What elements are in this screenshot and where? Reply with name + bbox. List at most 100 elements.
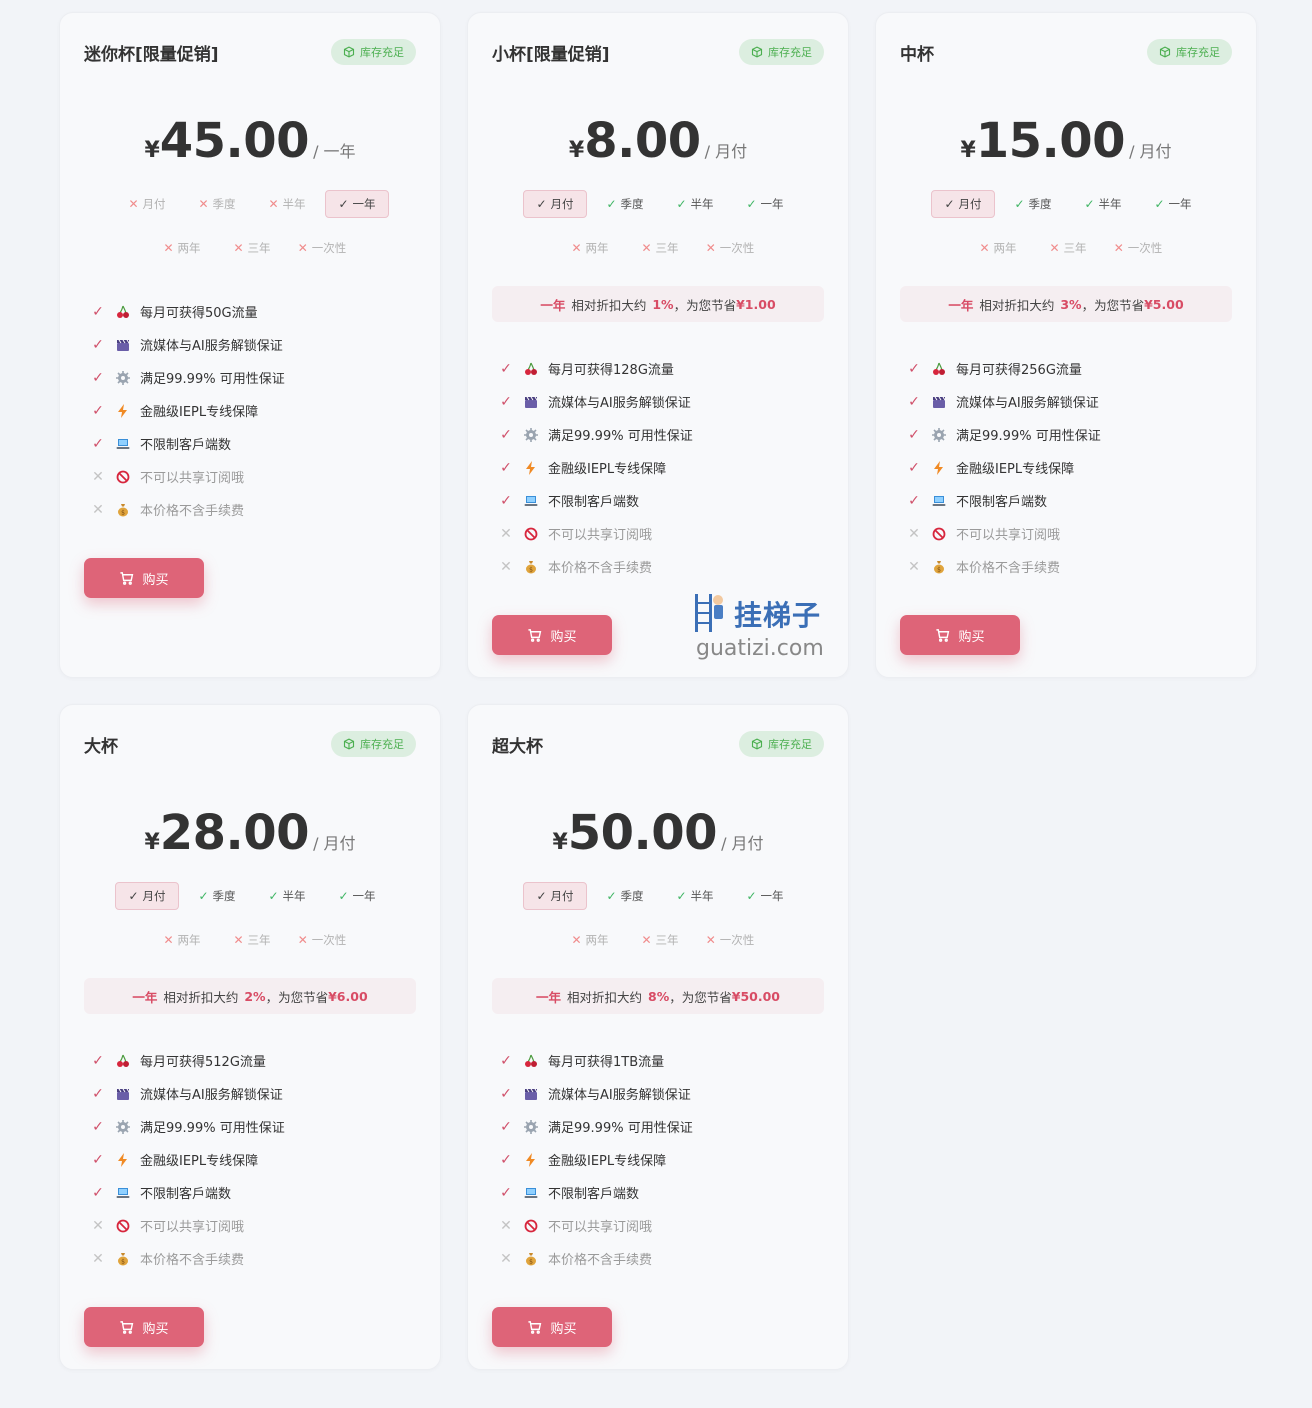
feature-list: ✓ 每月可获得50G流量 ✓ 流媒体与AI服务解锁保证 ✓ 满足99.99% 可用性保证 ✓…	[90, 295, 420, 526]
period-option[interactable]: ✓ 半年	[663, 190, 727, 218]
buy-button[interactable]: 购买	[492, 615, 612, 655]
watermark-cn-text: 挂梯子	[734, 599, 822, 632]
feature-item: ✓ 每月可获得512G流量	[90, 1044, 420, 1077]
feature-label: 流媒体与AI服务解锁保证	[140, 339, 283, 354]
feature-item: ✓ 流媒体与AI服务解锁保证	[498, 385, 828, 418]
period-label: 半年	[690, 197, 714, 211]
box-icon	[1159, 46, 1171, 58]
discount-text: 相对折扣大约	[567, 989, 643, 1005]
period-option[interactable]: ✓ 季度	[1001, 190, 1065, 218]
period-option[interactable]: ✓ 一年	[733, 190, 797, 218]
cart-icon	[119, 571, 134, 586]
feature-label: 每月可获得256G流量	[956, 363, 1082, 378]
period-option[interactable]: ✓ 月付	[523, 882, 587, 910]
lightning-icon	[116, 1152, 130, 1167]
period-option: ✕ 一次性	[290, 926, 354, 954]
period-option[interactable]: ✓ 半年	[255, 882, 319, 910]
feature-label: 不限制客戶端数	[548, 1187, 640, 1202]
price: ¥50.00/ 月付	[468, 805, 848, 861]
period-label: 一次性	[311, 933, 347, 947]
period-label: 季度	[620, 889, 644, 903]
stock-badge: 库存充足	[739, 39, 824, 65]
discount-save-text: ，为您节省	[1081, 297, 1145, 313]
period-option: ✕ 三年	[220, 234, 284, 262]
check-icon: ✓	[500, 1085, 512, 1102]
period-option[interactable]: ✓ 一年	[325, 882, 389, 910]
check-icon: ✓	[500, 1184, 512, 1201]
period-option[interactable]: ✓ 一年	[1141, 190, 1205, 218]
billing-period-selector: ✓ 月付 ✓ 季度 ✓ 半年 ✓ 一年 ✕ 两年 ✕ 三年 ✕ 一次性	[520, 190, 800, 262]
feature-label: 不可以共享订阅哦	[548, 528, 653, 543]
billing-period-selector: ✓ 月付 ✓ 季度 ✓ 半年 ✓ 一年 ✕ 两年 ✕ 三年 ✕ 一次性	[520, 882, 800, 954]
buy-label: 购买	[958, 629, 985, 645]
feature-label: 每月可获得1TB流量	[548, 1055, 665, 1070]
check-icon: ✓	[500, 1151, 512, 1168]
period-label: 一年	[1168, 197, 1192, 211]
cross-icon: ✕	[908, 558, 920, 575]
cross-icon: ✕	[500, 1217, 512, 1234]
period-option[interactable]: ✓ 一年	[733, 882, 797, 910]
cherry-icon	[524, 362, 538, 376]
feature-item: ✓ 流媒体与AI服务解锁保证	[498, 1077, 828, 1110]
feature-label: 本价格不含手续费	[140, 504, 245, 519]
cross-icon: ✕	[92, 501, 104, 518]
period-option[interactable]: ✓ 半年	[1071, 190, 1135, 218]
prohibited-icon	[116, 1219, 130, 1233]
buy-button[interactable]: 购买	[492, 1307, 612, 1347]
stock-badge: 库存充足	[331, 731, 416, 757]
stock-badge: 库存充足	[739, 731, 824, 757]
cart-icon	[935, 628, 950, 643]
stock-label: 库存充足	[1176, 46, 1220, 59]
box-icon	[343, 46, 355, 58]
price-period: / 一年	[313, 142, 356, 161]
period-option: ✕ 月付	[115, 190, 179, 218]
discount-percent: 3%	[1060, 296, 1082, 312]
price-period: / 月付	[313, 834, 356, 853]
svg-text:$: $	[529, 1258, 533, 1265]
feature-label: 不限制客戶端数	[140, 1187, 232, 1202]
cross-icon: ✕	[233, 933, 244, 947]
price-amount: 15.00	[975, 113, 1126, 169]
cross-icon: ✕	[908, 525, 920, 542]
svg-text:$: $	[529, 566, 533, 573]
price-currency: ¥	[144, 138, 160, 163]
period-option[interactable]: ✓ 一年	[325, 190, 389, 218]
discount-text: 相对折扣大约	[163, 989, 239, 1005]
cross-icon: ✕	[500, 525, 512, 542]
period-option: ✕ 两年	[558, 926, 622, 954]
check-icon: ✓	[500, 360, 512, 377]
lightning-icon	[116, 403, 130, 418]
period-option: ✕ 一次性	[698, 926, 762, 954]
period-option[interactable]: ✓ 月付	[115, 882, 179, 910]
period-label: 三年	[247, 241, 271, 255]
billing-period-selector: ✓ 月付 ✓ 季度 ✓ 半年 ✓ 一年 ✕ 两年 ✕ 三年 ✕ 一次性	[928, 190, 1208, 262]
price-amount: 45.00	[159, 113, 310, 169]
period-option: ✕ 两年	[150, 926, 214, 954]
check-icon: ✓	[746, 889, 757, 903]
period-option[interactable]: ✓ 月付	[523, 190, 587, 218]
feature-item: ✓ 金融级IEPL专线保障	[498, 1143, 828, 1176]
laptop-icon	[932, 494, 946, 508]
feature-item: ✓ 不限制客戶端数	[90, 427, 420, 460]
buy-button[interactable]: 购买	[84, 1307, 204, 1347]
feature-label: 金融级IEPL专线保障	[548, 462, 667, 477]
billing-period-selector: ✕ 月付 ✕ 季度 ✕ 半年 ✓ 一年 ✕ 两年 ✕ 三年 ✕ 一次性	[112, 190, 392, 262]
period-option[interactable]: ✓ 季度	[185, 882, 249, 910]
period-option[interactable]: ✓ 半年	[663, 882, 727, 910]
period-option[interactable]: ✓ 季度	[593, 882, 657, 910]
feature-item: ✕ 不可以共享订阅哦	[90, 1209, 420, 1242]
buy-button[interactable]: 购买	[900, 615, 1020, 655]
period-option: ✕ 半年	[255, 190, 319, 218]
feature-label: 金融级IEPL专线保障	[956, 462, 1075, 477]
period-option[interactable]: ✓ 月付	[931, 190, 995, 218]
period-option[interactable]: ✓ 季度	[593, 190, 657, 218]
buy-button[interactable]: 购买	[84, 558, 204, 598]
discount-notice: 一年 相对折扣大约 3% ，为您节省 ¥5.00	[900, 286, 1232, 322]
cross-icon: ✕	[92, 1217, 104, 1234]
discount-amount: ¥50.00	[731, 988, 781, 1004]
check-icon: ✓	[500, 1052, 512, 1069]
check-icon: ✓	[500, 426, 512, 443]
period-option: ✕ 三年	[628, 926, 692, 954]
feature-item: ✕ 不可以共享订阅哦	[90, 460, 420, 493]
check-icon: ✓	[908, 459, 920, 476]
